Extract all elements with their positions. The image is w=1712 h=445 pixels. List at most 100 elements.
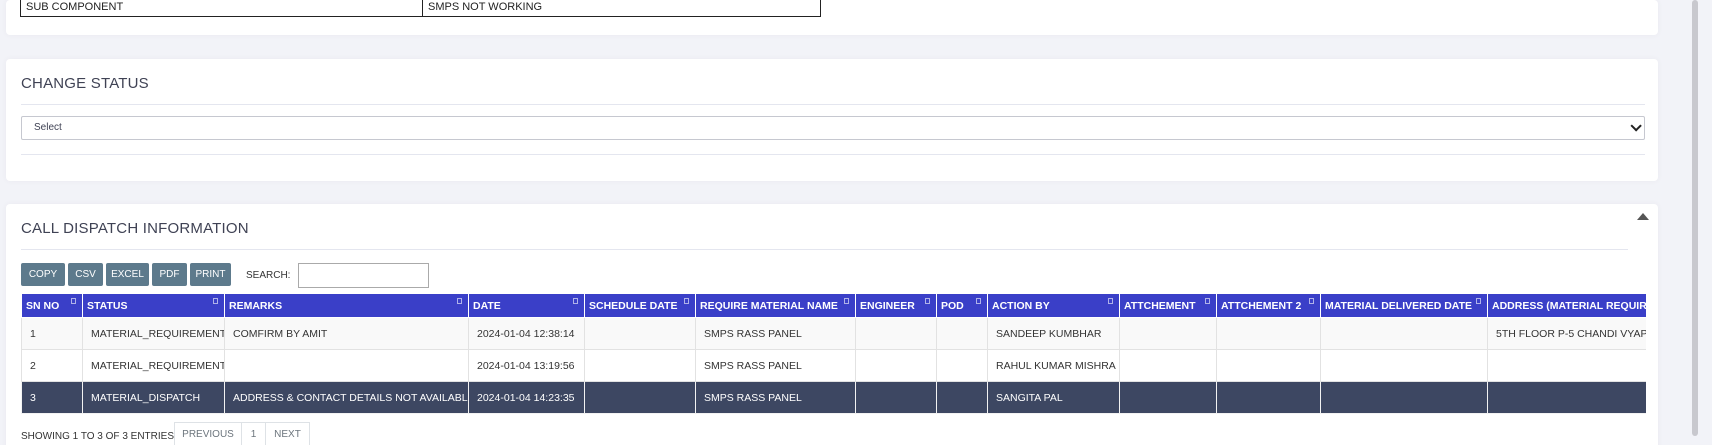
chevron-up-icon[interactable] xyxy=(1637,213,1649,220)
column-header[interactable]: ENGINEER xyxy=(855,293,937,318)
table-cell: RAHUL KUMAR MISHRA xyxy=(987,349,1120,382)
chevron-down-icon xyxy=(1630,120,1642,132)
table-cell: SMPS RASS PANEL xyxy=(695,317,856,350)
sort-icon xyxy=(844,298,849,304)
table-cell xyxy=(1119,349,1217,382)
sort-icon xyxy=(1108,298,1113,304)
table-cell xyxy=(1216,381,1321,414)
column-header[interactable]: POD xyxy=(936,293,988,318)
table-row[interactable]: 1 MATERIAL_REQUIREMENT COMFIRM BY AMIT 2… xyxy=(21,317,1646,350)
table-cell xyxy=(855,317,937,350)
status-select-value: Select xyxy=(34,122,62,133)
column-header[interactable]: STATUS xyxy=(82,293,225,318)
table-cell xyxy=(936,317,988,350)
sort-icon xyxy=(1476,298,1481,304)
column-header-label: REMARKS xyxy=(229,299,283,312)
pagination-previous[interactable]: PREVIOUS xyxy=(174,422,242,445)
sub-component-label: SUB COMPONENT xyxy=(20,0,423,17)
csv-button[interactable]: CSV xyxy=(68,263,103,286)
table-cell: 2024-01-04 12:38:14 xyxy=(468,317,585,350)
table-cell: MATERIAL_REQUIREMENT xyxy=(82,349,225,382)
call-dispatch-card: CALL DISPATCH INFORMATION COPY CSV EXCEL… xyxy=(6,204,1658,445)
component-info-row: SUB COMPONENT SMPS NOT WORKING xyxy=(20,0,821,17)
scrollbar-thumb[interactable] xyxy=(1692,0,1698,436)
sort-icon xyxy=(1309,298,1314,304)
sort-icon xyxy=(213,298,218,304)
sort-icon xyxy=(684,298,689,304)
dispatch-table: SN NO STATUS REMARKS DATE SCHEDULE DATE … xyxy=(21,293,1646,414)
table-cell: 2024-01-04 14:23:35 xyxy=(468,381,585,414)
table-cell xyxy=(1119,381,1217,414)
column-header[interactable]: ATTCHEMENT xyxy=(1119,293,1217,318)
pagination-page-1[interactable]: 1 xyxy=(241,422,266,445)
status-select[interactable]: Select xyxy=(21,116,1645,140)
table-info-text: SHOWING 1 TO 3 OF 3 ENTRIES xyxy=(21,431,174,442)
table-cell: COMFIRM BY AMIT xyxy=(224,317,469,350)
column-header-label: ENGINEER xyxy=(860,299,915,312)
pdf-button[interactable]: PDF xyxy=(152,263,187,286)
column-header-label: MATERIAL DELIVERED DATE xyxy=(1325,299,1473,312)
column-header[interactable]: DATE xyxy=(468,293,585,318)
table-cell xyxy=(1216,349,1321,382)
table-cell xyxy=(855,381,937,414)
table-cell xyxy=(1487,381,1646,414)
call-dispatch-title: CALL DISPATCH INFORMATION xyxy=(21,220,249,237)
column-header-label: DATE xyxy=(473,299,501,312)
pagination-next[interactable]: NEXT xyxy=(265,422,310,445)
divider xyxy=(21,154,1645,155)
table-cell xyxy=(1320,317,1488,350)
table-row-selected[interactable]: 3 MATERIAL_DISPATCH ADDRESS & CONTACT DE… xyxy=(21,381,1646,414)
column-header[interactable]: REMARKS xyxy=(224,293,469,318)
table-cell xyxy=(1487,349,1646,382)
table-cell xyxy=(1320,349,1488,382)
table-cell xyxy=(584,381,696,414)
dispatch-table-wrapper[interactable]: SN NO STATUS REMARKS DATE SCHEDULE DATE … xyxy=(21,293,1646,417)
sort-icon xyxy=(71,298,76,304)
table-cell xyxy=(584,317,696,350)
column-header-label: REQUIRE MATERIAL NAME xyxy=(700,299,838,312)
column-header-label: POD xyxy=(941,299,964,312)
column-header[interactable]: ACTION BY xyxy=(987,293,1120,318)
excel-button[interactable]: EXCEL xyxy=(106,263,149,286)
table-cell: 2024-01-04 13:19:56 xyxy=(468,349,585,382)
table-cell: 1 xyxy=(21,317,83,350)
table-cell: SANDEEP KUMBHAR xyxy=(987,317,1120,350)
table-cell: ADDRESS & CONTACT DETAILS NOT AVAILABLE xyxy=(224,381,469,414)
table-cell xyxy=(584,349,696,382)
table-cell: SMPS RASS PANEL xyxy=(695,349,856,382)
print-button[interactable]: PRINT xyxy=(190,263,231,286)
divider xyxy=(21,249,1628,250)
column-header[interactable]: SN NO xyxy=(21,293,83,318)
table-row[interactable]: 2 MATERIAL_REQUIREMENT 2024-01-04 13:19:… xyxy=(21,349,1646,382)
column-header-label: ADDRESS (MATERIAL REQUIREMENT) xyxy=(1492,299,1646,312)
column-header-label: SN NO xyxy=(26,299,60,312)
column-header-label: ATTCHEMENT xyxy=(1124,299,1196,312)
column-header[interactable]: REQUIRE MATERIAL NAME xyxy=(695,293,856,318)
sort-icon xyxy=(1205,298,1210,304)
search-input[interactable] xyxy=(298,263,429,288)
table-cell xyxy=(855,349,937,382)
table-cell: 3 xyxy=(21,381,83,414)
change-status-card: CHANGE STATUS Select xyxy=(6,59,1658,181)
change-status-title: CHANGE STATUS xyxy=(21,75,149,92)
table-cell: SMPS RASS PANEL xyxy=(695,381,856,414)
table-cell: MATERIAL_REQUIREMENT xyxy=(82,317,225,350)
column-header[interactable]: MATERIAL DELIVERED DATE xyxy=(1320,293,1488,318)
table-cell xyxy=(936,349,988,382)
column-header[interactable]: ADDRESS (MATERIAL REQUIREMENT) xyxy=(1487,293,1646,318)
sort-icon xyxy=(573,298,578,304)
column-header-label: ATTCHEMENT 2 xyxy=(1221,299,1302,312)
table-cell xyxy=(1320,381,1488,414)
search-label: SEARCH: xyxy=(246,270,291,281)
table-cell: 5TH FLOOR P-5 CHANDI VYAPAR xyxy=(1487,317,1646,350)
column-header[interactable]: ATTCHEMENT 2 xyxy=(1216,293,1321,318)
table-cell xyxy=(936,381,988,414)
table-cell xyxy=(224,349,469,382)
column-header-label: ACTION BY xyxy=(992,299,1050,312)
table-cell: MATERIAL_DISPATCH xyxy=(82,381,225,414)
table-header-row: SN NO STATUS REMARKS DATE SCHEDULE DATE … xyxy=(21,293,1646,318)
table-cell xyxy=(1119,317,1217,350)
column-header[interactable]: SCHEDULE DATE xyxy=(584,293,696,318)
copy-button[interactable]: COPY xyxy=(21,263,65,286)
sub-component-value: SMPS NOT WORKING xyxy=(422,0,821,17)
